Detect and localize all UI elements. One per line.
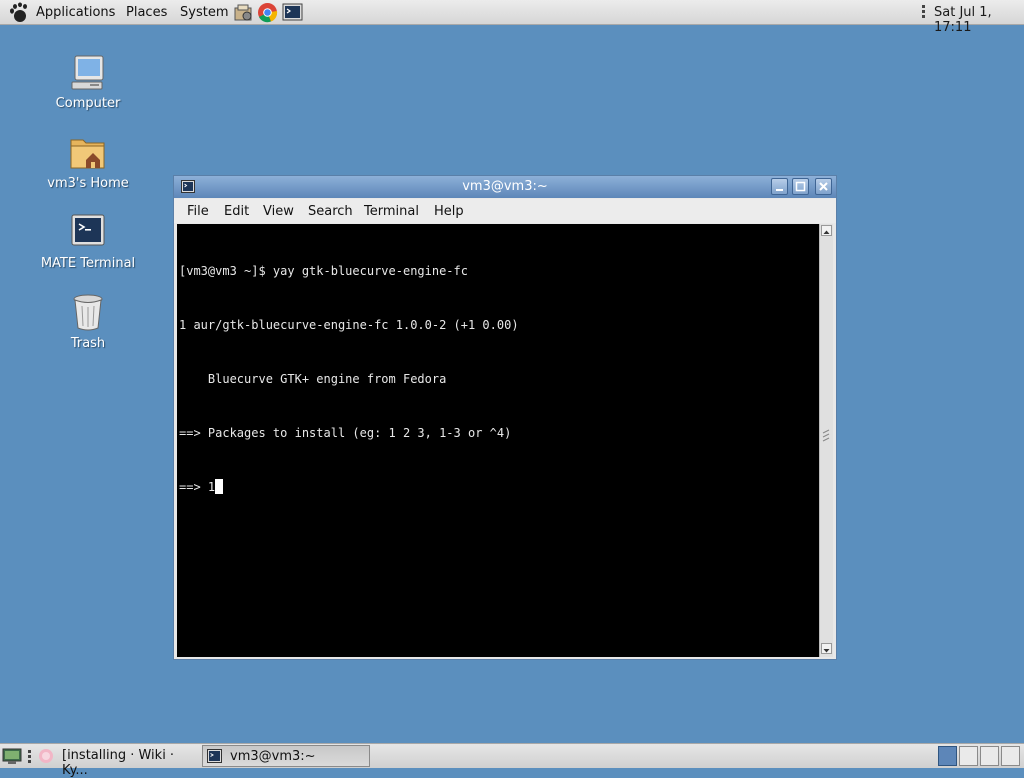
menu-edit[interactable]: Edit: [224, 204, 249, 219]
arrow-down-icon: [823, 649, 830, 653]
scroll-down-button[interactable]: [821, 643, 832, 654]
text-cursor: [215, 479, 224, 494]
package-manager-icon[interactable]: [233, 2, 254, 23]
desktop-icon-label: MATE Terminal: [40, 256, 136, 271]
terminal-icon: [71, 214, 105, 246]
workspace-1[interactable]: [938, 746, 957, 766]
desktop-icon-label: Trash: [70, 336, 106, 351]
top-panel: Applications Places System Sat Jul 1, 17…: [0, 0, 1024, 35]
terminal-line: [vm3@vm3 ~]$ yay gtk-bluecurve-engine-fc: [179, 264, 468, 278]
close-icon: [819, 182, 828, 191]
menu-applications[interactable]: Applications: [36, 5, 115, 20]
terminal-window[interactable]: vm3@vm3:~ File Edit View Search Terminal…: [173, 175, 837, 660]
taskbar-item-browser[interactable]: [installing · Wiki · Ky...: [36, 745, 200, 778]
desktop-icon-label: vm3's Home: [47, 176, 129, 191]
maximize-button[interactable]: [792, 178, 809, 195]
arrow-up-icon: [823, 230, 830, 234]
terminal-line: Bluecurve GTK+ engine from Fedora: [179, 372, 447, 386]
menu-file[interactable]: File: [187, 204, 209, 219]
desktop-icon-mate-terminal[interactable]: MATE Terminal: [33, 210, 143, 271]
title-bar[interactable]: vm3@vm3:~: [174, 176, 836, 198]
panel-handle: [922, 5, 926, 20]
clock[interactable]: Sat Jul 1, 17:11: [934, 5, 1024, 35]
menu-terminal[interactable]: Terminal: [364, 204, 419, 219]
home-folder-icon: [70, 139, 105, 169]
minimize-icon: [776, 189, 783, 191]
terminal-input-text: ==> 1: [179, 480, 216, 494]
menu-help[interactable]: Help: [434, 204, 464, 219]
terminal-launcher-icon[interactable]: [282, 2, 303, 23]
chrome-icon[interactable]: [257, 2, 278, 23]
panel-handle: [28, 750, 32, 763]
close-button[interactable]: [815, 178, 832, 195]
computer-icon: [71, 55, 104, 90]
taskbar-item-label: vm3@vm3:~: [230, 749, 316, 764]
window-menubar: File Edit View Search Terminal Help: [174, 199, 836, 223]
terminal-output[interactable]: [vm3@vm3 ~]$ yay gtk-bluecurve-engine-fc…: [177, 224, 819, 657]
taskbar-item-label: [installing · Wiki · Ky...: [62, 748, 175, 778]
scroll-grip-icon[interactable]: [822, 429, 830, 443]
menu-places[interactable]: Places: [126, 5, 167, 20]
browser-icon: [39, 749, 53, 763]
minimize-button[interactable]: [771, 178, 788, 195]
terminal-scrollbar[interactable]: [819, 224, 833, 657]
menu-system[interactable]: System: [180, 5, 228, 20]
workspace-3[interactable]: [980, 746, 999, 766]
scroll-up-button[interactable]: [821, 225, 832, 236]
workspace-4[interactable]: [1001, 746, 1020, 766]
desktop-icon-label: Computer: [55, 96, 121, 111]
trash-icon: [73, 294, 103, 331]
terminal-prompt-line[interactable]: ==> 1: [179, 478, 519, 496]
desktop-icon-computer[interactable]: Computer: [33, 50, 143, 111]
terminal-icon: [207, 749, 222, 763]
window-title: vm3@vm3:~: [462, 179, 548, 194]
menu-search[interactable]: Search: [308, 204, 353, 219]
terminal-line: ==> Packages to install (eg: 1 2 3, 1-3 …: [179, 426, 512, 440]
taskbar-item-terminal[interactable]: vm3@vm3:~: [202, 745, 370, 767]
bottom-panel: [installing · Wiki · Ky... vm3@vm3:~: [0, 743, 1024, 778]
terminal-line: 1 aur/gtk-bluecurve-engine-fc 1.0.0-2 (+…: [179, 318, 519, 332]
desktop-icon-home[interactable]: vm3's Home: [33, 130, 143, 191]
workspace-2[interactable]: [959, 746, 978, 766]
desktop-icon-trash[interactable]: Trash: [33, 290, 143, 351]
show-desktop-icon[interactable]: [2, 747, 22, 765]
menu-view[interactable]: View: [263, 204, 294, 219]
maximize-icon: [795, 181, 806, 192]
gnome-foot-icon[interactable]: [8, 2, 30, 23]
